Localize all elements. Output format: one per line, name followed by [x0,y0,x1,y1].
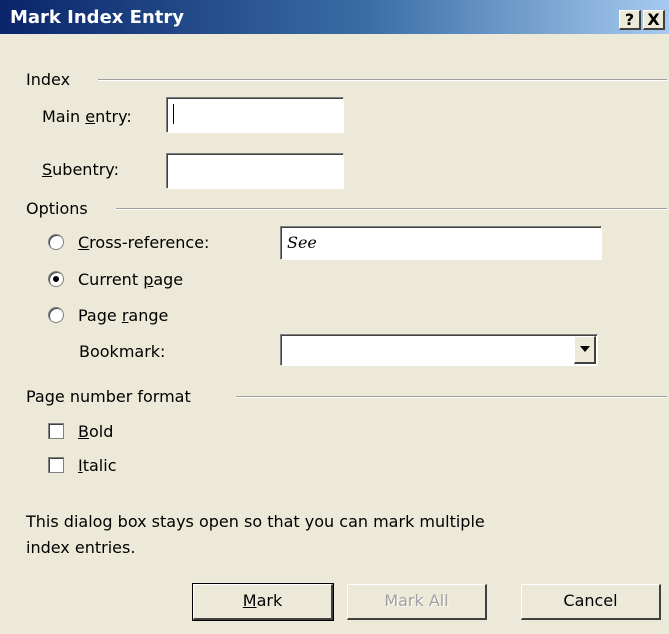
cross-reference-value: See [287,233,317,252]
main-entry-label: Main entry: [42,107,132,126]
window-title: Mark Index Entry [10,7,184,28]
subentry-input[interactable] [166,153,344,189]
cancel-button[interactable]: Cancel [521,584,661,620]
bookmark-label: Bookmark: [79,342,166,361]
current-page-label: Current page [78,270,184,289]
main-entry-input[interactable] [166,97,344,133]
help-button[interactable]: ? [619,10,641,30]
index-group-label: Index [26,70,71,89]
page-number-format-label: Page number format [26,387,191,406]
italic-label: Italic [78,456,117,475]
chevron-down-icon[interactable] [574,336,596,364]
bold-label: Bold [78,422,114,441]
mark-button[interactable]: Mark [192,583,334,621]
current-page-radio[interactable] [48,271,64,287]
title-bar: Mark Index Entry ? X [0,0,669,34]
text-cursor [173,104,174,124]
page-number-format-divider [236,396,667,398]
page-range-radio[interactable] [48,307,64,323]
options-group-divider [116,208,667,210]
info-text-line-2: index entries. [26,538,136,557]
bookmark-dropdown[interactable] [280,334,598,366]
cross-reference-radio[interactable] [48,234,64,250]
close-button[interactable]: X [643,10,665,30]
page-range-label: Page range [78,306,169,325]
italic-checkbox[interactable] [48,457,64,473]
cross-reference-input[interactable]: See [280,226,602,260]
index-group-divider [98,79,667,81]
info-text-line-1: This dialog box stays open so that you c… [26,512,485,531]
cross-reference-label: Cross-reference: [78,233,210,252]
subentry-label: Subentry: [42,160,119,179]
bold-checkbox[interactable] [48,423,64,439]
mark-all-button[interactable]: Mark All [347,584,487,620]
options-group-label: Options [26,199,88,218]
radio-selected-dot [53,276,59,282]
